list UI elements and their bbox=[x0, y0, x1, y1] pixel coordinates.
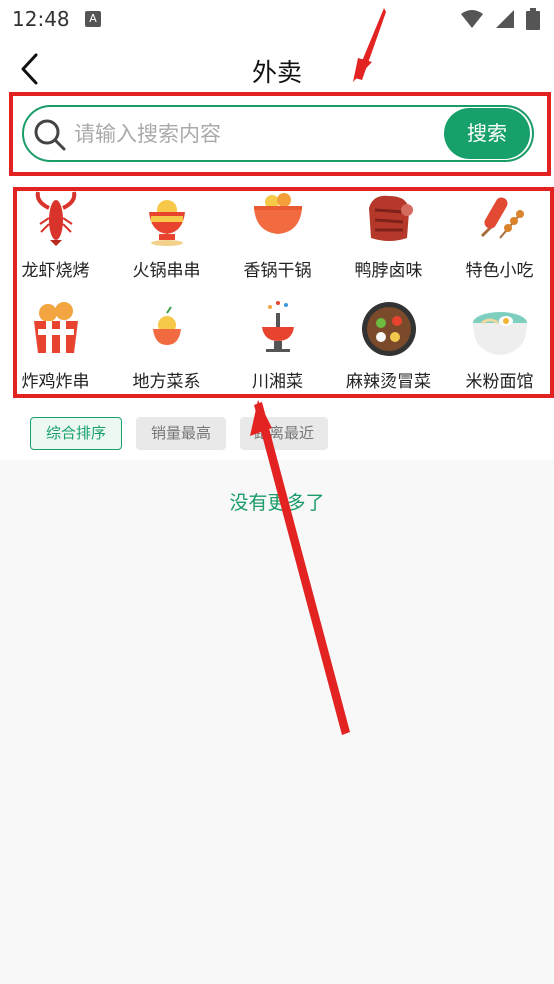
a-letter-icon: A bbox=[85, 11, 101, 27]
filter-distance[interactable]: 距离最近 bbox=[240, 417, 328, 450]
filter-sales[interactable]: 销量最高 bbox=[136, 417, 226, 450]
filter-bar: 综合排序 销量最高 距离最近 bbox=[0, 402, 554, 460]
signal-icon bbox=[495, 10, 514, 28]
page-title: 外卖 bbox=[251, 58, 302, 87]
search-section: 搜索 bbox=[0, 90, 554, 180]
nav-bar: 外卖 bbox=[0, 38, 554, 90]
filter-comprehensive[interactable]: 综合排序 bbox=[30, 417, 122, 450]
annotation-box-categories bbox=[13, 187, 554, 398]
status-bar: 12:48 A bbox=[0, 0, 554, 38]
wifi-icon bbox=[460, 10, 483, 28]
annotation-box-search bbox=[9, 92, 551, 176]
status-icons bbox=[454, 8, 540, 30]
status-time: 12:48 bbox=[12, 7, 70, 31]
battery-icon bbox=[526, 8, 540, 30]
no-more-message: 没有更多了 bbox=[229, 492, 325, 514]
category-section: 龙虾烧烤 火锅串串 香锅干锅 鸭脖卤味 特色小吃 炸鸡炸串 地方菜系 川湘菜 麻… bbox=[0, 180, 554, 402]
